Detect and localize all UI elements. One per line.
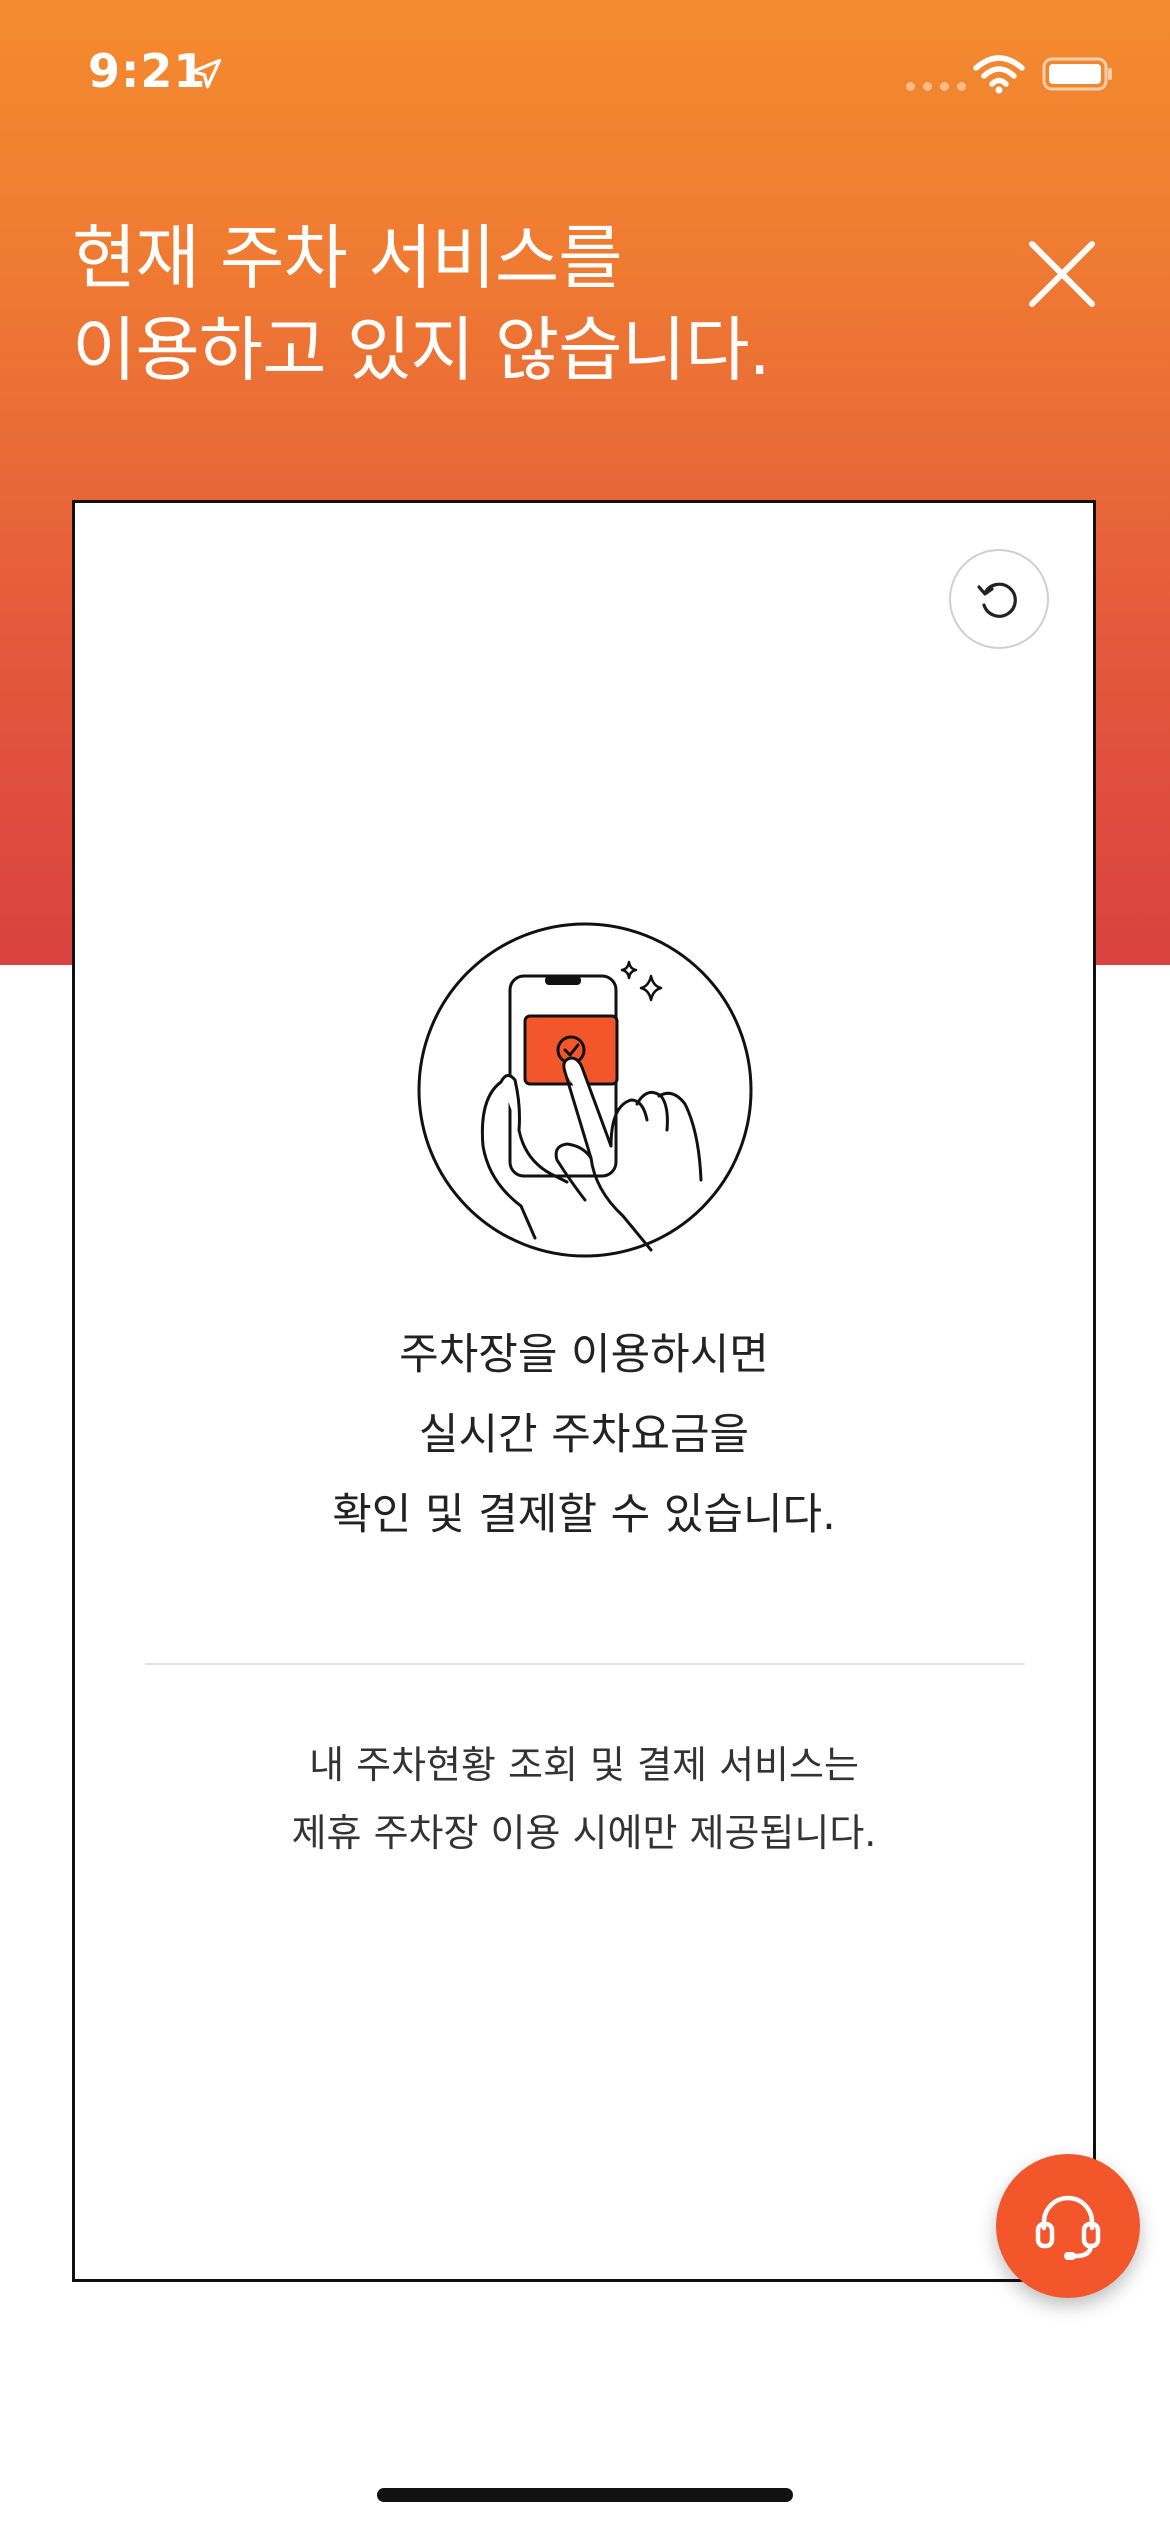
refresh-button[interactable]	[949, 549, 1049, 649]
status-card: 주차장을 이용하시면 실시간 주차요금을 확인 및 결제할 수 있습니다. 내 …	[72, 500, 1096, 2282]
divider	[145, 1663, 1025, 1665]
page-title-line-2: 이용하고 있지 않습니다.	[72, 309, 771, 391]
page-title: 현재 주차 서비스를 이용하고 있지 않습니다.	[72, 212, 952, 396]
notice-message-line-2: 제휴 주차장 이용 시에만 제공됩니다.	[291, 1811, 877, 1855]
refresh-icon	[977, 582, 1017, 618]
main-message-line-2: 실시간 주차요금을	[418, 1410, 750, 1460]
customer-support-button[interactable]	[996, 2154, 1140, 2298]
main-message: 주차장을 이용하시면 실시간 주차요금을 확인 및 결제할 수 있습니다.	[75, 1315, 1093, 1555]
main-message-line-1: 주차장을 이용하시면	[399, 1330, 769, 1380]
battery-icon	[1042, 57, 1112, 91]
notice-message: 내 주차현황 조회 및 결제 서비스는 제휴 주차장 이용 시에만 제공됩니다.	[75, 1731, 1093, 1867]
phone-payment-illustration	[417, 922, 753, 1258]
page-title-line-1: 현재 주차 서비스를	[72, 217, 623, 299]
close-button[interactable]	[1016, 228, 1108, 320]
location-arrow-icon	[190, 58, 222, 89]
wifi-icon	[973, 55, 1025, 94]
main-message-line-3: 확인 및 결제할 수 있습니다.	[332, 1490, 836, 1540]
headset-icon	[1035, 2195, 1101, 2260]
cellular-signal-icon	[906, 82, 966, 91]
home-indicator	[377, 2488, 793, 2502]
status-bar: 9:21	[0, 0, 1170, 140]
notice-message-line-1: 내 주차현황 조회 및 결제 서비스는	[309, 1743, 859, 1787]
close-icon	[1029, 241, 1095, 307]
